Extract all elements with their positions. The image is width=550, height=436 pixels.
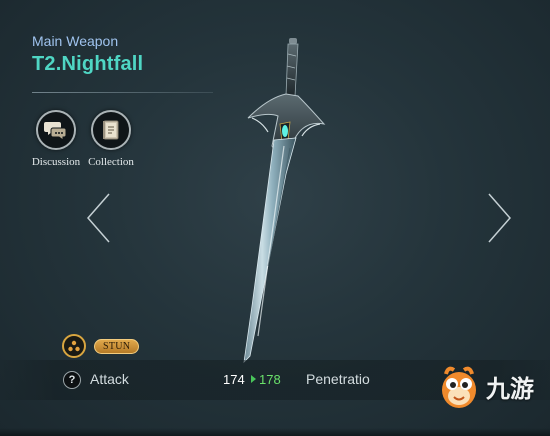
attack-new-value: 178 (259, 372, 281, 387)
collection-button[interactable]: Collection (85, 110, 137, 168)
weapon-category: Main Weapon (32, 33, 119, 49)
penetration-label: Penetratio (306, 371, 370, 387)
watermark-logo: 九游 (438, 362, 534, 410)
stun-badge: STUN (94, 338, 140, 354)
mascot-icon (442, 366, 476, 408)
weapon-name: T2.Nightfall (32, 53, 144, 75)
attack-label: Attack (90, 371, 129, 387)
discussion-label: Discussion (31, 156, 81, 168)
increase-arrow-icon (251, 375, 256, 383)
watermark-text: 九游 (486, 374, 534, 403)
weapon-sword-image (243, 38, 326, 364)
bottom-shade (0, 428, 550, 436)
chevron-right-icon[interactable] (484, 192, 514, 244)
book-icon (91, 110, 131, 150)
chat-bubbles-icon (36, 110, 76, 150)
chevron-left-icon[interactable] (84, 192, 114, 244)
skill-row: STUN (62, 334, 140, 358)
skill-stun-icon[interactable] (62, 334, 86, 358)
discussion-button[interactable]: Discussion (30, 110, 82, 168)
header-divider (32, 92, 213, 93)
attack-old-value: 174 (223, 372, 245, 387)
collection-label: Collection (88, 156, 134, 168)
help-icon[interactable]: ? (63, 371, 81, 389)
